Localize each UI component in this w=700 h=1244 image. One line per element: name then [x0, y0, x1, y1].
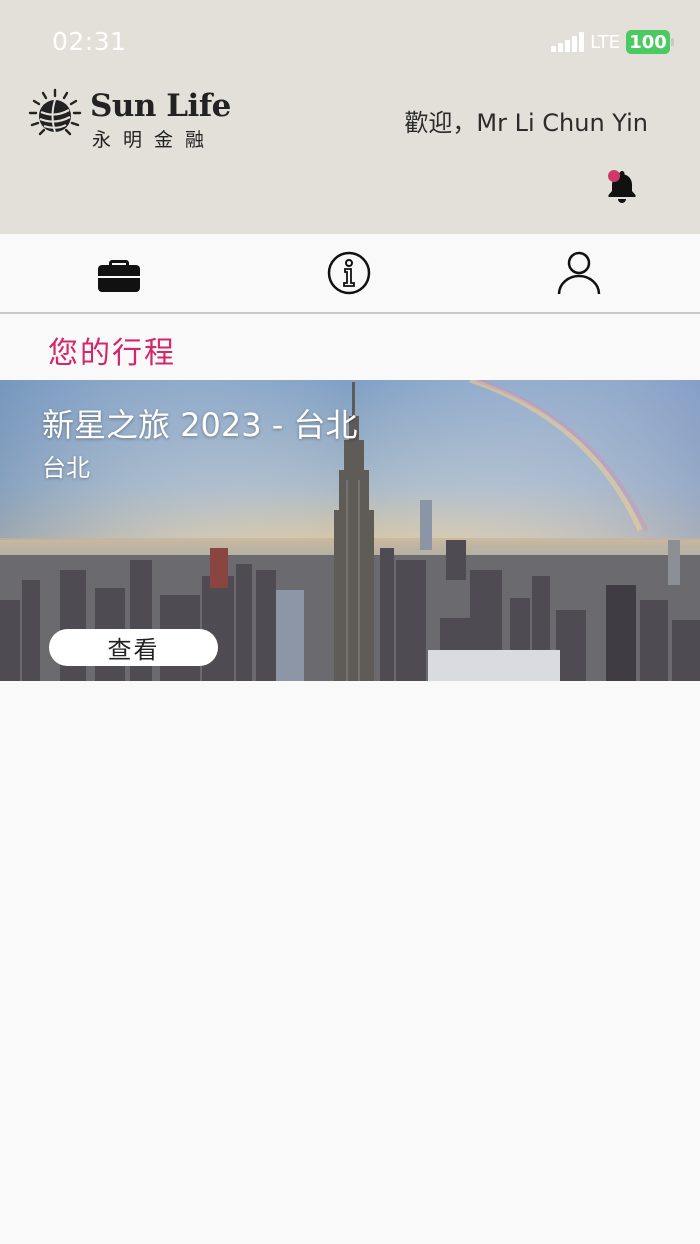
- trip-title: 新星之旅 2023 - 台北: [42, 406, 358, 444]
- logo-name: Sun Life: [90, 88, 231, 124]
- tab-trips[interactable]: [94, 248, 144, 298]
- battery-icon: 100: [626, 30, 674, 54]
- signal-icon: [551, 32, 585, 52]
- network-label: LTE: [590, 31, 620, 53]
- app-header: 02:31 LTE 100 Sun Life 永明金融 歡迎，Mr Li Chu…: [0, 0, 700, 234]
- sun-logo-icon: [28, 88, 82, 136]
- trip-location: 台北: [42, 454, 90, 482]
- tab-bar: [0, 234, 700, 314]
- tab-info[interactable]: [324, 248, 374, 298]
- trip-card[interactable]: 新星之旅 2023 - 台北 台北 查看: [0, 380, 700, 681]
- status-indicators: LTE 100: [551, 30, 674, 54]
- view-trip-button[interactable]: 查看: [49, 629, 218, 666]
- welcome-text: 歡迎，Mr Li Chun Yin: [404, 109, 648, 137]
- notification-dot: [608, 170, 620, 182]
- notification-button[interactable]: [604, 168, 640, 204]
- sun-life-logo: Sun Life 永明金融: [28, 88, 231, 151]
- your-trips-title: 您的行程: [48, 336, 176, 371]
- user-icon: [557, 251, 601, 295]
- status-time: 02:31: [52, 27, 127, 56]
- tab-profile[interactable]: [554, 248, 604, 298]
- info-icon: [327, 251, 371, 295]
- logo-subtitle: 永明金融: [92, 129, 217, 151]
- briefcase-icon: [98, 260, 140, 292]
